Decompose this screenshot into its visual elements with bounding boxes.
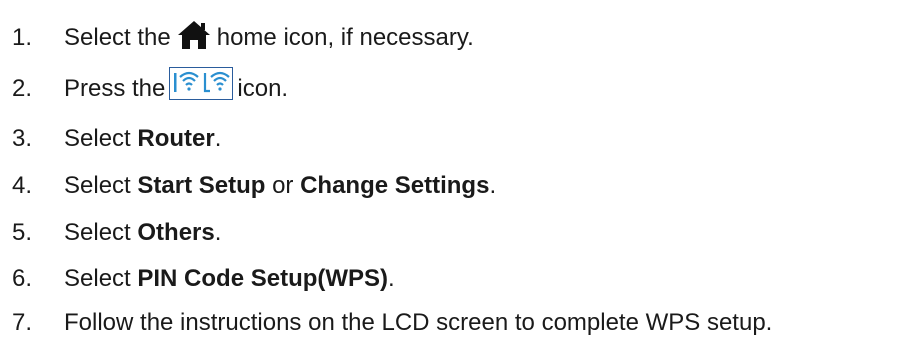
step-number: 2. <box>12 75 33 102</box>
step-text-pre: Select <box>64 265 131 292</box>
step-text-post: . <box>489 172 497 199</box>
step-number: 7. <box>12 309 33 336</box>
step-text-post: . <box>388 265 395 292</box>
step-text: Select the home icon, if necessary. <box>64 20 474 53</box>
step-text: Press the icon. <box>64 66 289 106</box>
step-3: 3. Select Router. <box>0 119 221 159</box>
menu-option-change-settings: Change Settings <box>300 172 490 199</box>
step-text-pre: Press the <box>64 75 166 102</box>
step-1: 1. Select the home icon, if necessary. <box>0 18 474 58</box>
step-text-post: . <box>214 125 222 152</box>
step-text-post: . <box>214 219 222 246</box>
menu-option-start-setup: Start Setup <box>137 172 266 199</box>
step-text-post: home icon, if necessary. <box>216 24 474 51</box>
step-2: 2. Press the icon. <box>0 66 289 111</box>
menu-option-others: Others <box>137 219 215 246</box>
step-text: Select Others. <box>64 219 221 247</box>
step-text-pre: Select <box>64 172 131 199</box>
step-text: Follow the instructions on the LCD scree… <box>64 309 773 336</box>
step-text-pre: Select the <box>64 24 171 51</box>
step-text: Select Start Setup or Change Settings. <box>64 172 496 200</box>
step-number: 1. <box>12 24 33 51</box>
step-text: Select Router. <box>64 125 221 153</box>
step-4: 4. Select Start Setup or Change Settings… <box>0 166 496 206</box>
step-7: 7. Follow the instructions on the LCD sc… <box>0 303 772 343</box>
step-number: 4. <box>12 172 33 199</box>
menu-option-pin-code-setup: PIN Code Setup(WPS) <box>137 265 389 292</box>
step-number: 6. <box>12 265 33 292</box>
step-text-pre: Select <box>64 219 131 246</box>
step-5: 5. Select Others. <box>0 213 221 253</box>
step-number: 3. <box>12 125 33 152</box>
step-6: 6. Select PIN Code Setup(WPS). <box>0 259 395 299</box>
step-number: 5. <box>12 219 33 246</box>
menu-option-router: Router <box>137 125 215 152</box>
wifi-status-icon <box>169 66 234 100</box>
step-text-pre: Select <box>64 125 131 152</box>
home-icon <box>177 20 211 50</box>
step-text-mid: or <box>272 172 294 199</box>
step-text: Select PIN Code Setup(WPS). <box>64 265 395 293</box>
step-text-post: icon. <box>237 75 289 102</box>
